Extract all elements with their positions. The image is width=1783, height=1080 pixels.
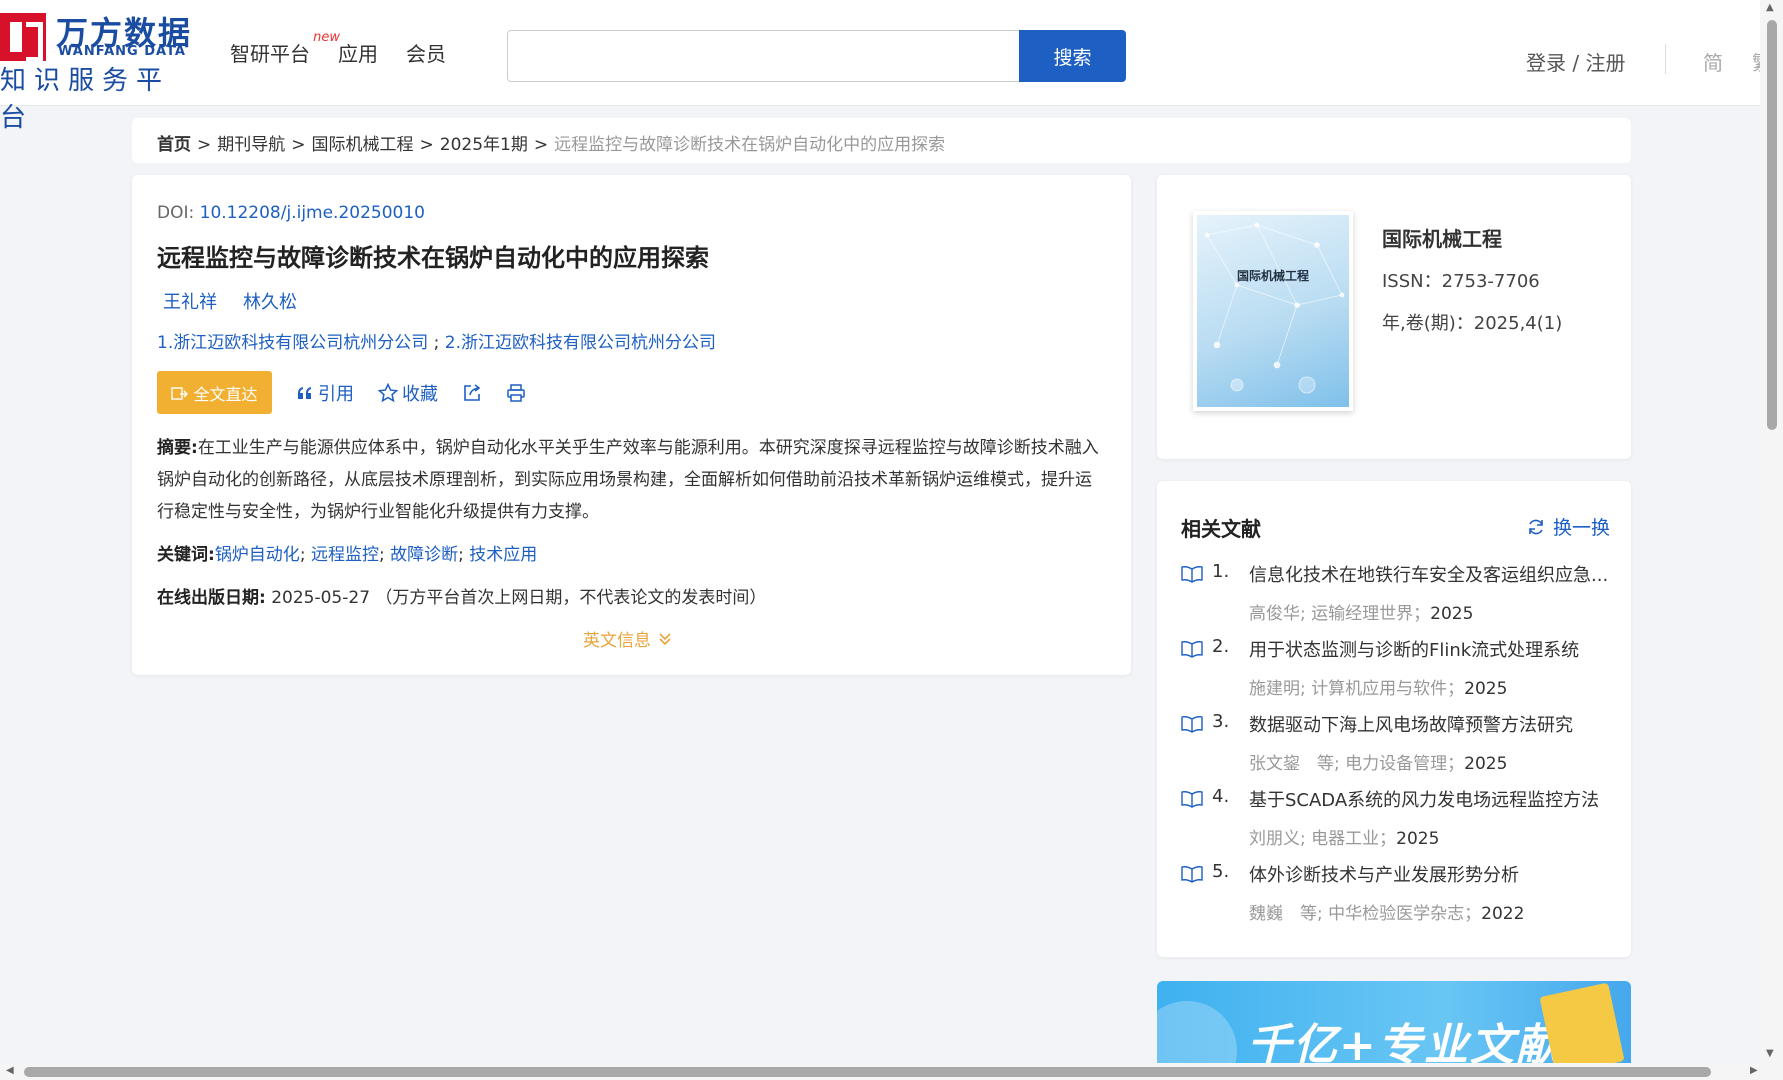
breadcrumb-issue[interactable]: 2025年1期 <box>440 135 528 155</box>
author-link[interactable]: 王礼祥 <box>163 288 217 314</box>
related-literature: 相关文献 换一换 1. 信息化技术在地铁行车安全及客运组织应急... 高俊华; … <box>1157 481 1631 957</box>
doi: DOI: 10.12208/j.ijme.20250010 <box>157 203 425 223</box>
promo-banner[interactable]: 千亿+专业文献 <box>1157 981 1631 1063</box>
decorative-circle <box>1157 1001 1237 1063</box>
horizontal-scroll-thumb[interactable] <box>24 1067 1711 1077</box>
print-button[interactable] <box>506 383 526 403</box>
related-title-link[interactable]: 用于状态监测与诊断的Flink流式处理系统 <box>1249 636 1611 662</box>
list-item[interactable]: 3. 数据驱动下海上风电场故障预警方法研究 张文鋆 等; 电力设备管理；2025 <box>1181 711 1611 786</box>
document-link-icon <box>171 386 189 400</box>
author-list: 王礼祥 林久松 <box>163 288 297 314</box>
fulltext-button[interactable]: 全文直达 <box>157 371 272 414</box>
breadcrumb-home[interactable]: 首页 <box>157 135 191 155</box>
printer-icon <box>507 383 525 402</box>
scroll-right-icon[interactable]: ▶ <box>1750 1065 1758 1076</box>
cover-title: 国际机械工程 <box>1236 269 1309 283</box>
double-chevron-down-icon <box>659 632 671 645</box>
list-item[interactable]: 1. 信息化技术在地铁行车安全及客运组织应急... 高俊华; 运输经理世界；20… <box>1181 561 1611 636</box>
horizontal-scrollbar[interactable]: ◀ ▶ <box>0 1063 1783 1080</box>
main-nav: 智研平台 new 应用 会员 <box>230 30 446 67</box>
journal-issn: ISSN：2753-7706 <box>1382 271 1540 292</box>
lang-simplified[interactable]: 简 <box>1703 47 1723 76</box>
keywords: 关键词:锅炉自动化; 远程监控; 故障诊断; 技术应用 <box>157 545 538 565</box>
doi-link[interactable]: 10.12208/j.ijme.20250010 <box>200 203 425 223</box>
star-icon <box>378 382 398 402</box>
book-icon <box>1181 716 1203 733</box>
search-input[interactable] <box>507 30 1019 82</box>
keyword-link[interactable]: 故障诊断 <box>390 545 458 565</box>
nav-apps[interactable]: 应用 <box>338 38 378 67</box>
list-item[interactable]: 4. 基于SCADA系统的风力发电场远程监控方法 刘朋义; 电器工业；2025 <box>1181 786 1611 861</box>
scroll-up-icon[interactable]: ▲ <box>1766 2 1774 13</box>
english-info-toggle[interactable]: 英文信息 <box>583 626 673 651</box>
banner-text: 千亿+专业文献 <box>1247 1020 1562 1063</box>
breadcrumb: 首页 > 期刊导航 > 国际机械工程 >2025年1期 > 远程监控与故障诊断技术在锅炉自动化… <box>132 118 1631 163</box>
quote-icon <box>298 386 311 399</box>
book-illustration-icon <box>1539 982 1625 1063</box>
related-title-link[interactable]: 基于SCADA系统的风力发电场远程监控方法 <box>1249 786 1611 812</box>
list-item[interactable]: 5. 体外诊断技术与产业发展形势分析 魏巍 等; 中华检验医学杂志；2022 <box>1181 861 1611 936</box>
article-actions: 全文直达 引用 收藏 <box>157 371 526 414</box>
vertical-scroll-thumb[interactable] <box>1767 20 1777 430</box>
breadcrumb-current: 远程监控与故障诊断技术在锅炉自动化中的应用探索 <box>554 135 946 155</box>
book-icon <box>1181 866 1203 883</box>
refresh-icon <box>1529 519 1543 534</box>
new-badge: new <box>313 30 340 45</box>
cite-button[interactable]: 引用 <box>296 380 354 406</box>
author-link[interactable]: 林久松 <box>243 288 297 314</box>
book-icon <box>1181 641 1203 658</box>
logo-english: WANFANG DATA <box>58 44 186 59</box>
related-title-link[interactable]: 体外诊断技术与产业发展形势分析 <box>1249 861 1611 887</box>
keyword-link[interactable]: 远程监控 <box>311 545 379 565</box>
lang-traditional[interactable]: 繁 <box>1752 47 1760 76</box>
article-title: 远程监控与故障诊断技术在锅炉自动化中的应用探索 <box>157 244 709 272</box>
nav-membership[interactable]: 会员 <box>406 38 446 67</box>
share-icon <box>464 383 481 401</box>
affiliation-link[interactable]: 2.浙江迈欧科技有限公司杭州分公司 <box>445 333 716 353</box>
journal-cover[interactable]: 国际机械工程 <box>1193 211 1353 411</box>
header-divider <box>1665 44 1666 74</box>
keyword-link[interactable]: 锅炉自动化 <box>215 545 300 565</box>
login-register-link[interactable]: 登录 / 注册 <box>1526 47 1625 76</box>
online-publish-date: 在线出版日期: 2025-05-27 （万方平台首次上网日期，不代表论文的发表时… <box>157 588 767 608</box>
top-header: 万方数据 WANFANG DATA 知识服务平台 智研平台 new 应用 会员 … <box>0 0 1760 133</box>
abstract-text: 在工业生产与能源供应体系中，锅炉自动化水平关乎生产效率与能源利用。本研究深度探寻… <box>157 438 1099 522</box>
nav-zhiyan[interactable]: 智研平台 new <box>230 30 340 67</box>
scroll-down-icon[interactable]: ▼ <box>1766 1048 1774 1059</box>
affiliations: 1.浙江迈欧科技有限公司杭州分公司 ; 2.浙江迈欧科技有限公司杭州分公司 <box>157 333 717 353</box>
breadcrumb-journals[interactable]: 期刊导航 <box>217 135 285 155</box>
book-icon <box>1181 791 1203 808</box>
related-title-link[interactable]: 信息化技术在地铁行车安全及客运组织应急... <box>1249 561 1611 587</box>
book-icon <box>1181 566 1203 583</box>
breadcrumb-journal[interactable]: 国际机械工程 <box>312 135 414 155</box>
share-button[interactable] <box>462 383 482 403</box>
refresh-button[interactable]: 换一换 <box>1527 513 1610 540</box>
keyword-link[interactable]: 技术应用 <box>469 545 537 565</box>
list-item[interactable]: 2. 用于状态监测与诊断的Flink流式处理系统 施建明; 计算机应用与软件；2… <box>1181 636 1611 711</box>
journal-volume: 年,卷(期)：2025,4(1) <box>1382 313 1563 334</box>
related-list: 1. 信息化技术在地铁行车安全及客运组织应急... 高俊华; 运输经理世界；20… <box>1181 561 1611 936</box>
article-card: DOI: 10.12208/j.ijme.20250010 远程监控与故障诊断技… <box>132 175 1131 675</box>
wanfang-logo[interactable]: 万方数据 WANFANG DATA 知识服务平台 <box>0 8 200 133</box>
affiliation-link[interactable]: 1.浙江迈欧科技有限公司杭州分公司 <box>157 333 428 353</box>
abstract: 摘要:在工业生产与能源供应体系中，锅炉自动化水平关乎生产效率与能源利用。本研究深… <box>157 432 1107 528</box>
journal-card: 国际机械工程 国际机械工程 ISSN：2753-7706 年,卷(期)：2025… <box>1157 175 1631 459</box>
favorite-button[interactable]: 收藏 <box>378 380 438 406</box>
scroll-left-icon[interactable]: ◀ <box>6 1065 14 1076</box>
network-pattern-icon <box>1204 222 1345 394</box>
vertical-scrollbar[interactable]: ▲ ▼ <box>1760 0 1783 1063</box>
related-title-link[interactable]: 数据驱动下海上风电场故障预警方法研究 <box>1249 711 1611 737</box>
logo-mark-icon <box>0 13 46 62</box>
search-button[interactable]: 搜索 <box>1019 30 1126 82</box>
related-title: 相关文献 <box>1181 517 1261 541</box>
abstract-label: 摘要: <box>157 438 198 458</box>
journal-name[interactable]: 国际机械工程 <box>1382 223 1502 252</box>
